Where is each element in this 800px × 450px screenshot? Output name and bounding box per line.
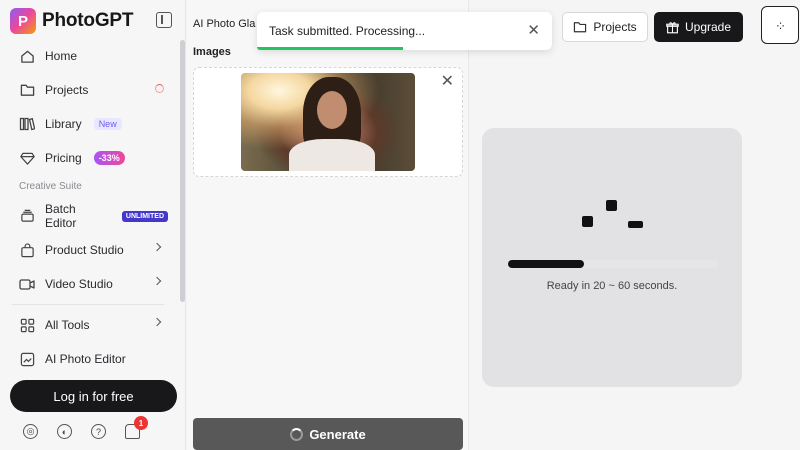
- sidebar-item-label: Product Studio: [45, 243, 124, 257]
- sidebar-item-projects[interactable]: Projects: [10, 75, 168, 105]
- generate-label: Generate: [309, 426, 366, 442]
- new-badge: New: [93, 118, 122, 130]
- sidebar-item-batch-editor[interactable]: Batch Editor UNLIMITED: [10, 201, 168, 231]
- sidebar-item-label: Batch Editor: [45, 202, 77, 230]
- close-icon[interactable]: ✕: [527, 21, 540, 39]
- discount-badge: -33%: [93, 151, 125, 165]
- grid-icon: [19, 317, 35, 333]
- sidebar-item-label: Library: [45, 117, 82, 131]
- toast-notification: Task submitted. Processing... ✕: [257, 12, 552, 50]
- diamond-icon: [19, 150, 35, 166]
- upgrade-label: Upgrade: [684, 20, 732, 34]
- sidebar-item-label: Video Studio: [45, 277, 113, 291]
- bag-icon: [19, 242, 35, 258]
- editor-panel: AI Photo Gla Images ✕ Generate: [187, 0, 469, 450]
- sidebar-item-label: AI Photo Editor: [45, 352, 126, 366]
- chevron-right-icon: [152, 317, 162, 327]
- sidebar-collapse-icon[interactable]: [156, 12, 172, 28]
- home-icon: [19, 48, 35, 64]
- sidebar-item-pricing[interactable]: Pricing -33%: [10, 143, 168, 173]
- uploaded-photo: [241, 73, 415, 171]
- app-name: PhotoGPT: [42, 10, 134, 31]
- sidebar-item-all-tools[interactable]: All Tools: [10, 310, 168, 340]
- images-label: Images: [193, 46, 231, 58]
- toast-progress-bar: [257, 47, 403, 50]
- tool-title: AI Photo Gla: [193, 18, 256, 30]
- upgrade-button[interactable]: Upgrade: [654, 12, 743, 42]
- projects-button[interactable]: Projects: [562, 12, 648, 42]
- folder-icon: [573, 21, 587, 33]
- chevron-right-icon: [152, 242, 162, 252]
- login-button[interactable]: Log in for free: [10, 380, 177, 412]
- progress-bar: [508, 260, 718, 268]
- sidebar-item-ai-photo-editor[interactable]: AI Photo Editor: [10, 344, 168, 374]
- remove-image-icon[interactable]: ✕: [441, 74, 454, 90]
- photo-edit-icon: [19, 351, 35, 367]
- result-preview-card: Ready in 20 ~ 60 seconds.: [482, 128, 742, 387]
- sidebar: P PhotoGPT Home Projects Library New Pri…: [0, 0, 186, 450]
- loading-dot: [628, 221, 643, 228]
- notification-count-badge: 1: [134, 416, 148, 430]
- loading-spinner-icon: [290, 427, 304, 441]
- sidebar-item-label: Pricing: [45, 151, 82, 165]
- gift-icon: [666, 21, 679, 34]
- ready-estimate-text: Ready in 20 ~ 60 seconds.: [546, 280, 678, 292]
- photogpt-logo: P: [10, 8, 36, 34]
- divider: [12, 304, 164, 305]
- discord-icon[interactable]: ◎: [23, 424, 38, 439]
- loading-dot: [582, 216, 593, 227]
- theme-toggle-icon[interactable]: ◐: [57, 424, 72, 439]
- sidebar-scrollbar[interactable]: [180, 40, 185, 302]
- sidebar-item-label: Projects: [45, 83, 89, 97]
- loading-spinner-icon: [155, 84, 164, 93]
- generate-button[interactable]: Generate: [193, 418, 463, 450]
- video-icon: [19, 276, 35, 292]
- chevron-right-icon: [152, 276, 162, 286]
- toast-message: Task submitted. Processing...: [269, 24, 426, 38]
- result-area: Projects Upgrade ·:· Ready in 20 ~ 60 se…: [470, 0, 800, 450]
- sidebar-item-product-studio[interactable]: Product Studio: [10, 235, 168, 265]
- menu-button[interactable]: ·:·: [761, 6, 799, 44]
- unlimited-badge: UNLIMITED: [121, 210, 168, 222]
- sidebar-item-label: Home: [45, 49, 78, 63]
- image-dropzone[interactable]: ✕: [193, 67, 463, 177]
- projects-label: Projects: [593, 20, 637, 34]
- layers-icon: [19, 208, 35, 224]
- brand[interactable]: P PhotoGPT: [10, 8, 133, 34]
- section-label-creative-suite: Creative Suite: [19, 181, 82, 192]
- sidebar-item-home[interactable]: Home: [10, 41, 168, 71]
- help-icon[interactable]: ?: [91, 424, 106, 439]
- sidebar-item-video-studio[interactable]: Video Studio: [10, 269, 168, 299]
- progress-fill: [508, 260, 584, 268]
- sidebar-item-library[interactable]: Library New: [10, 109, 168, 139]
- loading-dot: [606, 200, 617, 211]
- library-icon: [19, 116, 35, 132]
- folder-icon: [19, 82, 35, 98]
- sidebar-item-label: All Tools: [45, 318, 90, 332]
